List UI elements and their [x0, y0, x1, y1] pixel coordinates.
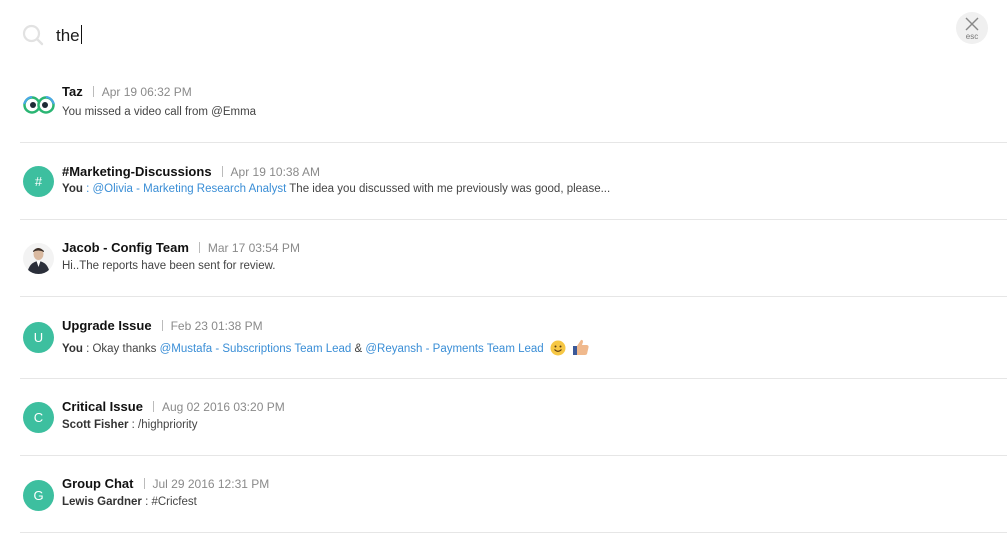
message-preview: Lewis Gardner : #Cricfest: [62, 496, 197, 508]
close-icon: [965, 17, 979, 31]
mention-link[interactable]: @Olivia - Marketing Research Analyst: [92, 183, 286, 195]
sender-name: You: [62, 343, 83, 355]
divider: [143, 478, 145, 489]
divider: [92, 86, 94, 97]
message-text: The idea you discussed with me previousl…: [286, 183, 611, 195]
timestamp: Jul 29 2016 12:31 PM: [152, 477, 270, 491]
search-query: the: [56, 26, 80, 45]
text-cursor: [80, 25, 82, 44]
search-icon: [22, 24, 44, 46]
conversation-title: Critical Issue: [62, 399, 143, 414]
group-avatar: U: [23, 322, 54, 353]
divider: [152, 401, 154, 412]
sender-name: You: [62, 183, 83, 195]
result-row-critical-issue[interactable]: C Critical Issue Aug 02 2016 03:20 PM Sco…: [20, 379, 1007, 456]
result-row-jacob-config-team[interactable]: Jacob - Config Team Mar 17 03:54 PM Hi..T…: [20, 220, 1007, 297]
taz-logo-icon: [23, 89, 55, 120]
divider: [221, 166, 223, 177]
sender-name: Lewis Gardner: [62, 496, 142, 508]
search-results: Taz Apr 19 06:32 PM You missed a video ca…: [0, 66, 1007, 533]
timestamp: Mar 17 03:54 PM: [207, 241, 300, 255]
conversation-title: Group Chat: [62, 476, 134, 491]
timestamp: Feb 23 01:38 PM: [170, 319, 263, 333]
conjunction-text: &: [351, 343, 366, 355]
message-preview: You : @Olivia - Marketing Research Analy…: [62, 183, 610, 195]
timestamp: Apr 19 10:38 AM: [230, 165, 320, 179]
esc-label: esc: [965, 32, 979, 41]
person-photo: [23, 243, 54, 274]
sender-name: Scott Fisher: [62, 419, 129, 431]
search-input[interactable]: the: [56, 24, 936, 48]
message-preview: You missed a video call from @Emma: [62, 106, 257, 118]
timestamp: Aug 02 2016 03:20 PM: [161, 400, 285, 414]
result-row-marketing-discussions[interactable]: # #Marketing-Discussions Apr 19 10:38 AM …: [20, 143, 1007, 220]
divider: [161, 320, 163, 331]
thumbs-up-emoji-icon: [573, 339, 589, 355]
message-preview: You : Okay thanks @Mustafa - Subscriptio…: [62, 338, 590, 356]
message-text: : /highpriority: [128, 419, 198, 431]
conversation-title: Upgrade Issue: [62, 318, 152, 333]
channel-avatar: #: [23, 166, 54, 197]
conversation-title: Jacob - Config Team: [62, 240, 189, 255]
result-row-upgrade-issue[interactable]: U Upgrade Issue Feb 23 01:38 PM You : Oka…: [20, 297, 1007, 379]
group-avatar: G: [23, 480, 54, 511]
divider: [198, 242, 200, 253]
conversation-title: #Marketing-Discussions: [62, 164, 212, 179]
result-row-taz[interactable]: Taz Apr 19 06:32 PM You missed a video ca…: [20, 66, 1007, 143]
result-row-group-chat[interactable]: G Group Chat Jul 29 2016 12:31 PM Lewis G…: [20, 456, 1007, 533]
message-preview: Hi..The reports have been sent for revie…: [62, 260, 276, 272]
message-text: : #Cricfest: [141, 496, 197, 508]
message-text: : Okay thanks: [82, 343, 160, 355]
group-avatar: C: [23, 402, 54, 433]
message-preview: Scott Fisher : /highpriority: [62, 419, 198, 431]
smile-emoji-icon: [550, 340, 566, 356]
close-button[interactable]: esc: [956, 12, 988, 44]
mention-link[interactable]: @Reyansh - Payments Team Lead: [365, 343, 543, 355]
conversation-title: Taz: [62, 84, 83, 99]
search-bar: the esc: [0, 0, 1007, 70]
timestamp: Apr 19 06:32 PM: [101, 85, 192, 99]
mention-link[interactable]: @Mustafa - Subscriptions Team Lead: [160, 343, 352, 355]
